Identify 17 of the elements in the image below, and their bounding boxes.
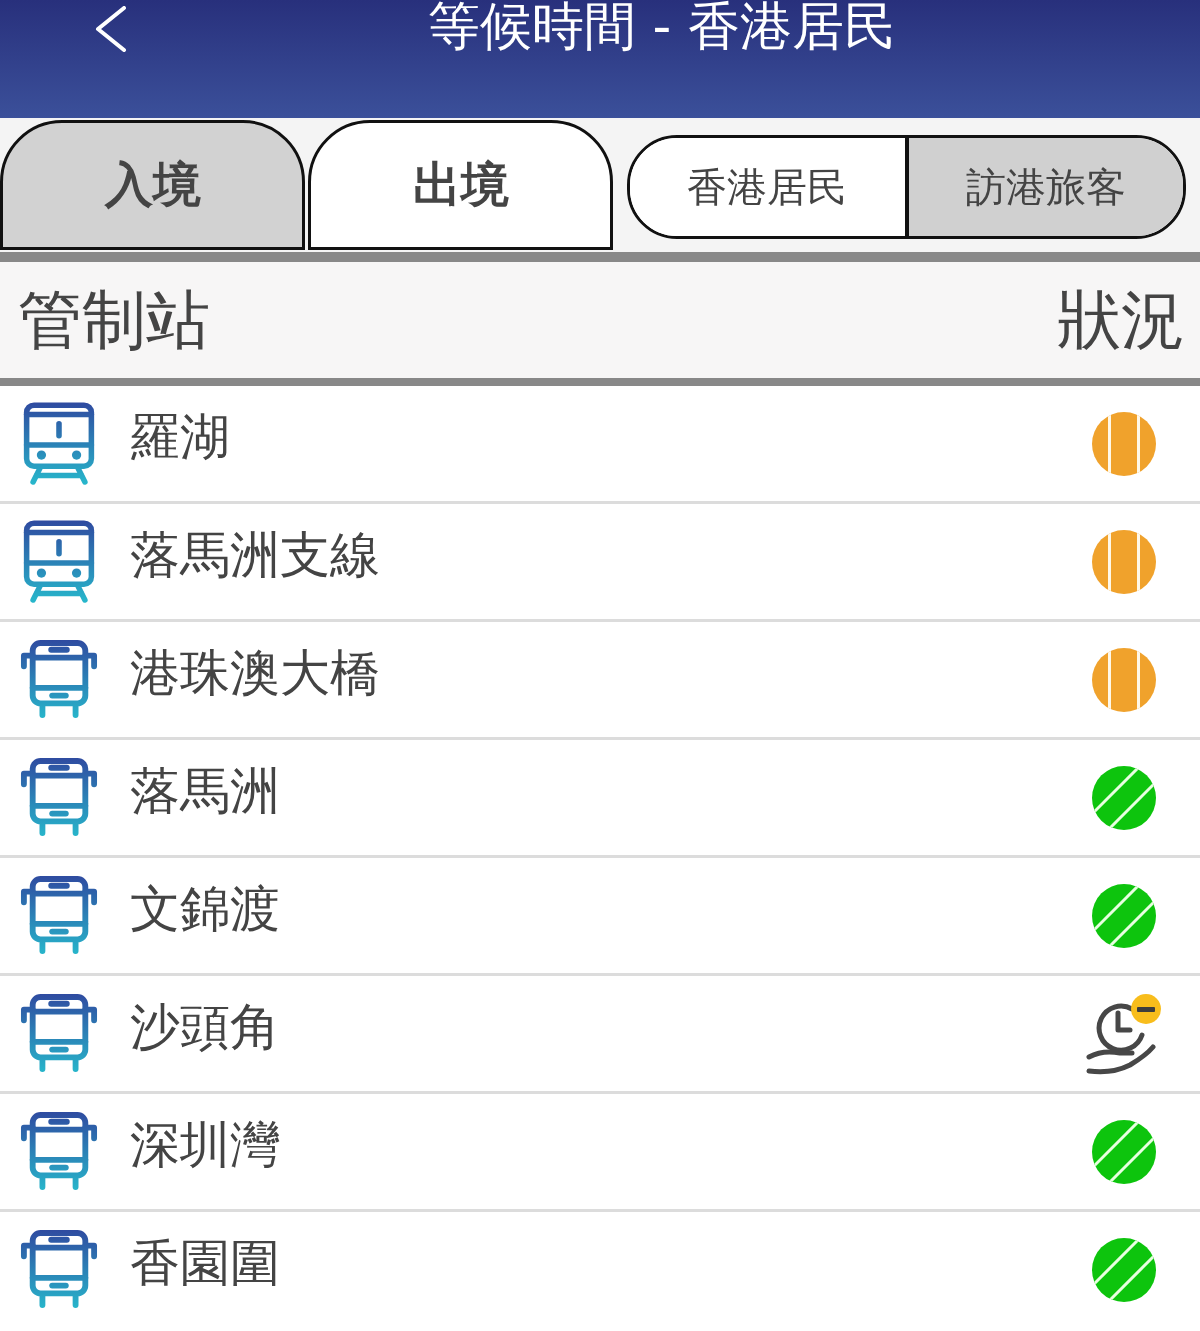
station-name: 落馬洲支線 (130, 524, 380, 585)
back-chevron-icon (94, 6, 128, 52)
column-header: 狀況 (1057, 285, 1185, 355)
direction-tab[interactable]: 入境 (0, 120, 305, 250)
station-name: 香園圍 (130, 1232, 280, 1293)
station-name: 港珠澳大橋 (130, 642, 380, 703)
train-icon (22, 518, 96, 605)
train-icon (22, 400, 96, 487)
traveller-option[interactable]: 訪港旅客 (904, 138, 1183, 236)
direction-tab[interactable]: 出境 (308, 120, 613, 250)
page-title: 等候時間 - 香港居民 (427, 0, 897, 54)
station-name: 沙頭角 (130, 996, 280, 1057)
station-name: 羅湖 (130, 406, 230, 467)
column-header: 管制站 (18, 285, 210, 355)
station-name: 深圳灣 (130, 1114, 280, 1175)
station-name: 文錦渡 (130, 878, 280, 939)
station-name: 落馬洲 (130, 760, 280, 821)
